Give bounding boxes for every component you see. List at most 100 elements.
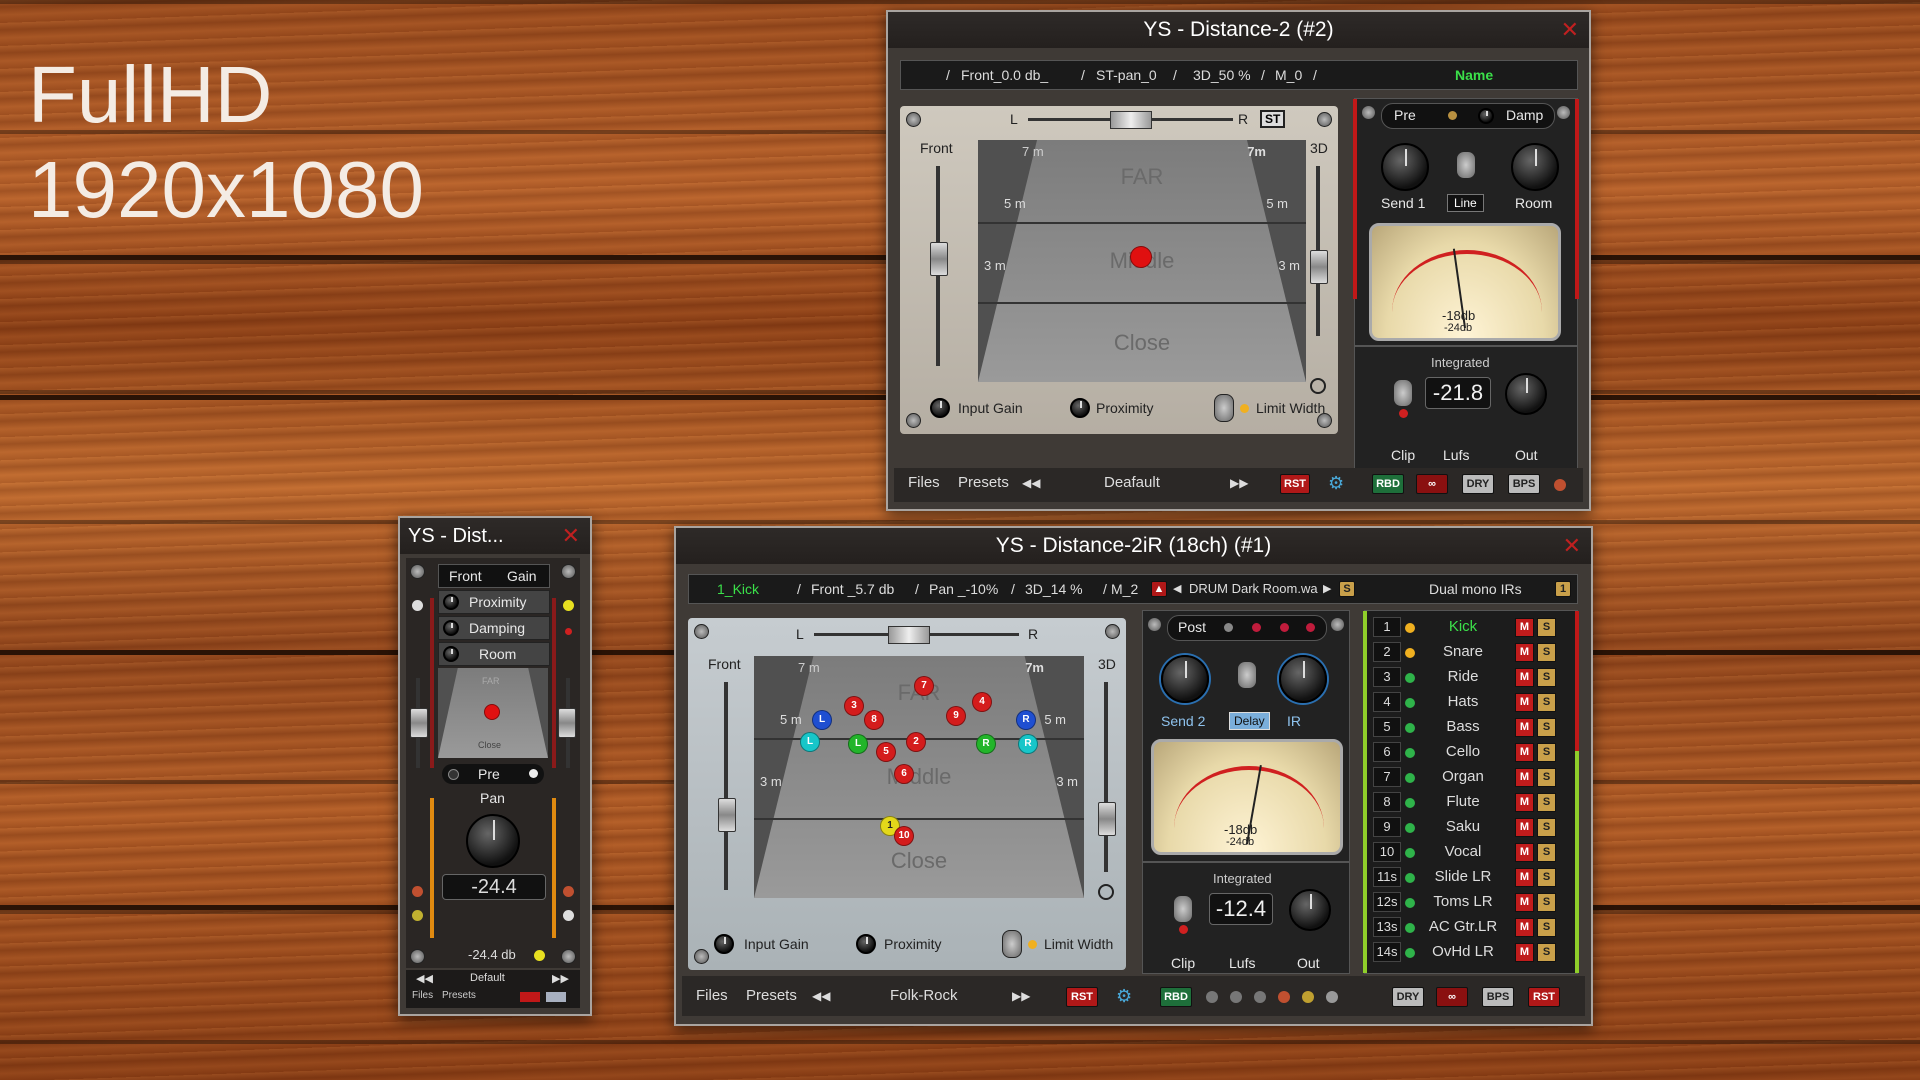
next-preset-button[interactable]: ▶▶ bbox=[552, 972, 569, 985]
track-number[interactable]: 6 bbox=[1373, 742, 1401, 762]
track-row[interactable]: 11s Slide LR M S bbox=[1365, 867, 1577, 891]
red-button[interactable] bbox=[520, 992, 540, 1002]
front-slider-thumb[interactable] bbox=[930, 242, 948, 276]
mute-button[interactable]: M bbox=[1515, 668, 1534, 687]
source-ball-8[interactable]: 2 bbox=[906, 732, 926, 752]
3d-reset-icon[interactable] bbox=[1098, 884, 1114, 900]
track-row[interactable]: 14s OvHd LR M S bbox=[1365, 942, 1577, 966]
track-name[interactable]: Flute bbox=[1421, 792, 1505, 812]
gray-button[interactable] bbox=[546, 992, 566, 1002]
solo-button[interactable]: S bbox=[1537, 743, 1556, 762]
presets-button[interactable]: Presets bbox=[442, 990, 476, 1001]
ir-s-button[interactable]: S bbox=[1339, 581, 1355, 597]
name-field[interactable]: Name bbox=[1455, 61, 1493, 89]
files-button[interactable]: Files bbox=[908, 468, 940, 498]
damping-row[interactable]: Damping bbox=[438, 616, 550, 640]
solo-button[interactable]: S bbox=[1537, 643, 1556, 662]
source-ball-6[interactable]: L bbox=[812, 710, 832, 730]
3d-slider-track[interactable] bbox=[1104, 682, 1108, 872]
files-button[interactable]: Files bbox=[696, 976, 728, 1016]
link-icon[interactable]: ∞ bbox=[1436, 987, 1468, 1007]
pre-damp-switch[interactable]: Pre Damp bbox=[1381, 103, 1555, 129]
bps-button[interactable]: BPS bbox=[1508, 474, 1540, 494]
mute-button[interactable]: M bbox=[1515, 768, 1534, 787]
source-ball-5[interactable]: 9 bbox=[946, 706, 966, 726]
limit-width-toggle[interactable] bbox=[1214, 394, 1234, 422]
track-row[interactable]: 3 Ride M S bbox=[1365, 667, 1577, 691]
track-number[interactable]: 5 bbox=[1373, 717, 1401, 737]
track-number[interactable]: 8 bbox=[1373, 792, 1401, 812]
source-ball-4[interactable]: 8 bbox=[864, 710, 884, 730]
room-knob[interactable] bbox=[1511, 143, 1559, 191]
pan-slider-thumb[interactable] bbox=[888, 626, 930, 644]
track-name[interactable]: Toms LR bbox=[1421, 892, 1505, 912]
gear-icon[interactable]: ⚙ bbox=[1116, 976, 1132, 1016]
track-row[interactable]: 12s Toms LR M S bbox=[1365, 892, 1577, 916]
track-number[interactable]: 3 bbox=[1373, 667, 1401, 687]
ir-slot-icon[interactable] bbox=[1302, 991, 1314, 1003]
solo-button[interactable]: S bbox=[1537, 693, 1556, 712]
3d-reset-icon[interactable] bbox=[1310, 378, 1326, 394]
track-row[interactable]: 1 Kick M S bbox=[1365, 617, 1577, 641]
track-row[interactable]: 2 Snare M S bbox=[1365, 642, 1577, 666]
track-row[interactable]: 10 Vocal M S bbox=[1365, 842, 1577, 866]
ir-prev-button[interactable]: ◀ bbox=[1173, 575, 1181, 603]
solo-button[interactable]: S bbox=[1537, 618, 1556, 637]
solo-button[interactable]: S bbox=[1537, 718, 1556, 737]
clip-toggle[interactable] bbox=[1173, 895, 1193, 923]
track-number[interactable]: 2 bbox=[1373, 642, 1401, 662]
out-knob[interactable] bbox=[1289, 889, 1331, 931]
ir-next-button[interactable]: ▶ bbox=[1323, 575, 1331, 603]
track-number[interactable]: 12s bbox=[1373, 892, 1401, 912]
stereo-button[interactable]: ST bbox=[1260, 110, 1286, 128]
plugin-window-distance-2[interactable]: YS - Distance-2 (#2) ✕ / Front_0.0 db_ /… bbox=[886, 10, 1591, 511]
send-2-knob[interactable] bbox=[1161, 655, 1209, 703]
track-number[interactable]: 1 bbox=[1373, 617, 1401, 637]
proximity-knob[interactable] bbox=[856, 934, 876, 954]
link-icon[interactable]: ∞ bbox=[1416, 474, 1448, 494]
pre-switch[interactable]: Pre bbox=[442, 764, 544, 784]
out-knob[interactable] bbox=[1505, 373, 1547, 415]
rst-button[interactable]: RST bbox=[1280, 474, 1310, 494]
clip-toggle[interactable] bbox=[1393, 379, 1413, 407]
track-name[interactable]: Hats bbox=[1421, 692, 1505, 712]
bps-button[interactable]: BPS bbox=[1482, 987, 1514, 1007]
track-name[interactable]: Kick bbox=[1421, 617, 1505, 637]
mute-button[interactable]: M bbox=[1515, 868, 1534, 887]
files-button[interactable]: Files bbox=[412, 990, 433, 1001]
source-ball-3[interactable]: 4 bbox=[972, 692, 992, 712]
window-titlebar[interactable]: YS - Distance-2iR (18ch) (#1) ✕ bbox=[676, 528, 1591, 564]
damp-mini-knob[interactable] bbox=[1478, 108, 1494, 124]
input-gain-knob[interactable] bbox=[714, 934, 734, 954]
prev-preset-button[interactable]: ◀◀ bbox=[812, 976, 830, 1016]
solo-button[interactable]: S bbox=[1537, 893, 1556, 912]
track-row[interactable]: 4 Hats M S bbox=[1365, 692, 1577, 716]
ir-slot-icon[interactable] bbox=[1278, 991, 1290, 1003]
track-name[interactable]: Bass bbox=[1421, 717, 1505, 737]
track-row[interactable]: 13s AC Gtr.LR M S bbox=[1365, 917, 1577, 941]
solo-button[interactable]: S bbox=[1537, 843, 1556, 862]
rst-button-2[interactable]: RST bbox=[1528, 987, 1560, 1007]
source-ball-2[interactable]: 3 bbox=[844, 696, 864, 716]
track-number[interactable]: 7 bbox=[1373, 767, 1401, 787]
pan-knob[interactable] bbox=[466, 814, 520, 868]
ir-slot-icon[interactable] bbox=[1254, 991, 1266, 1003]
track-number[interactable]: 4 bbox=[1373, 692, 1401, 712]
solo-button[interactable]: S bbox=[1537, 818, 1556, 837]
close-icon[interactable]: ✕ bbox=[562, 518, 580, 554]
source-ball-1[interactable]: 7 bbox=[914, 676, 934, 696]
mute-button[interactable]: M bbox=[1515, 618, 1534, 637]
distance-field[interactable]: FAR Middle Close 7 m 5 m 3 m 7m 5 m 3 m … bbox=[754, 656, 1084, 898]
mute-button[interactable]: M bbox=[1515, 793, 1534, 812]
mute-button[interactable]: M bbox=[1515, 893, 1534, 912]
pan-slider-thumb[interactable] bbox=[1110, 111, 1152, 129]
distance-field[interactable]: FAR Middle Close 7 m 5 m 3 m 7m 5 m 3 m bbox=[978, 140, 1306, 382]
dry-button[interactable]: DRY bbox=[1392, 987, 1424, 1007]
track-number[interactable]: 14s bbox=[1373, 942, 1401, 962]
source-ball-7[interactable]: R bbox=[1016, 710, 1036, 730]
track-number[interactable]: 13s bbox=[1373, 917, 1401, 937]
source-ball-13[interactable]: 5 bbox=[876, 742, 896, 762]
gear-icon[interactable]: ⚙ bbox=[1328, 468, 1344, 498]
front-slider-track[interactable] bbox=[724, 682, 728, 890]
prev-preset-button[interactable]: ◀◀ bbox=[1022, 468, 1040, 498]
